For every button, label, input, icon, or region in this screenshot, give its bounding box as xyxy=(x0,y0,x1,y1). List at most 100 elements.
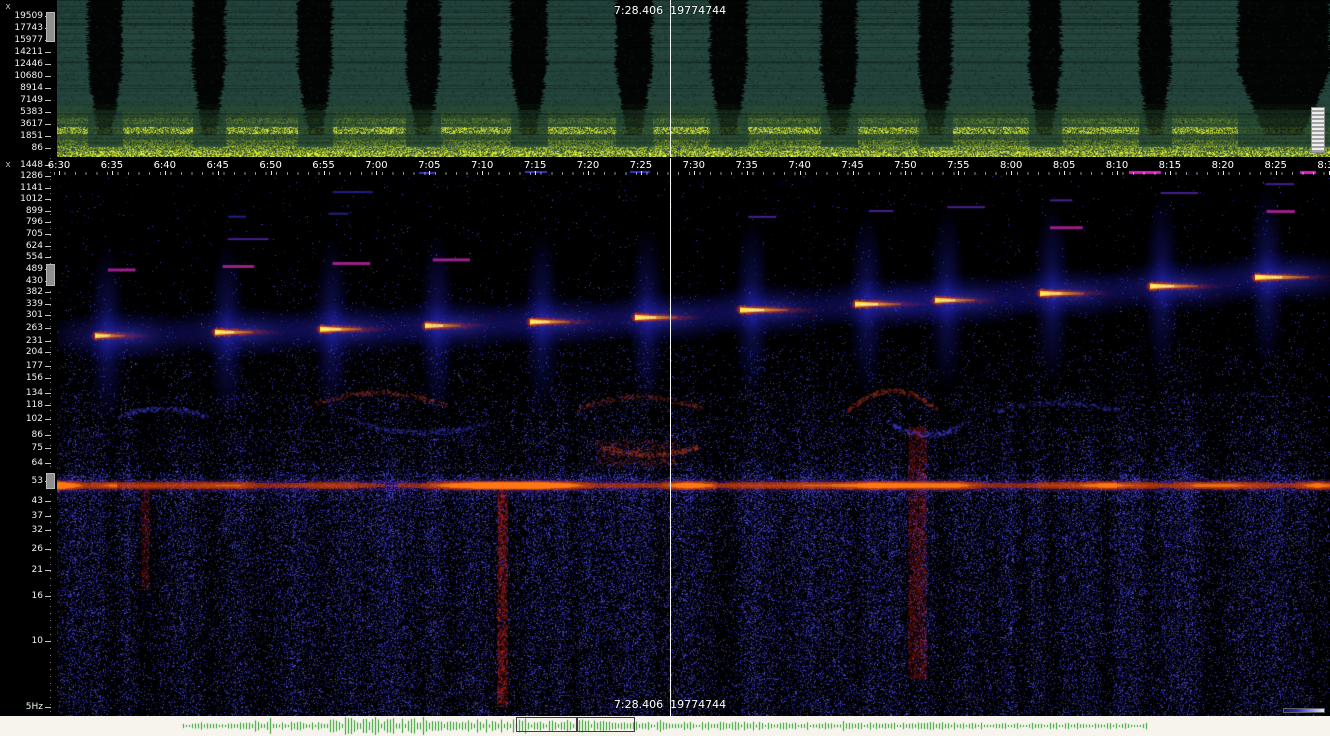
time-tick xyxy=(1064,171,1065,175)
freq-tick xyxy=(45,188,51,189)
time-tick xyxy=(800,171,801,175)
time-tick xyxy=(905,171,906,175)
time-label: 8:10 xyxy=(1106,160,1128,171)
zoom-thumbwheel[interactable] xyxy=(1311,107,1325,153)
freq-label: 204 xyxy=(26,347,43,357)
time-label: 7:00 xyxy=(365,160,387,171)
freq-label: 231 xyxy=(26,336,43,346)
visible-extent-box-left[interactable] xyxy=(516,717,577,732)
freq-tick xyxy=(45,124,51,125)
freq-tick xyxy=(45,222,51,223)
time-tick xyxy=(376,171,377,175)
cursor-time: 7:28.406 xyxy=(614,4,663,17)
close-icon[interactable]: x xyxy=(2,1,14,13)
freq-label: 75 xyxy=(32,443,43,453)
time-tick xyxy=(1011,171,1012,175)
time-tick xyxy=(747,171,748,175)
time-label: 7:30 xyxy=(683,160,705,171)
time-label: 8:05 xyxy=(1053,160,1075,171)
freq-tick xyxy=(45,315,51,316)
freq-tick xyxy=(45,501,51,502)
freq-tick xyxy=(45,100,51,101)
freq-label: 3617 xyxy=(20,119,43,129)
waveform-overview-canvas[interactable] xyxy=(0,716,1330,736)
time-tick xyxy=(59,171,60,175)
time-label: 6:30 xyxy=(48,160,70,171)
time-label: 7:05 xyxy=(418,160,440,171)
time-label: 7:55 xyxy=(947,160,969,171)
time-label: 7:45 xyxy=(841,160,863,171)
freq-label: 796 xyxy=(26,217,43,227)
freq-tick xyxy=(45,596,51,597)
freq-label: 382 xyxy=(26,287,43,297)
time-label: 6:45 xyxy=(206,160,228,171)
time-tick xyxy=(112,171,113,175)
freq-tick xyxy=(45,530,51,531)
close-icon[interactable]: x xyxy=(2,159,14,171)
freq-tick xyxy=(45,405,51,406)
freq-tick xyxy=(45,199,51,200)
spectrogram-canvas-main[interactable] xyxy=(57,158,1330,716)
time-ruler[interactable]: 6:306:356:406:456:506:557:007:057:107:15… xyxy=(0,158,1330,175)
time-label: 7:25 xyxy=(630,160,652,171)
freq-label: 1012 xyxy=(20,194,43,204)
playback-cursor-line xyxy=(670,0,671,157)
pane-top-spectrogram: 1950917743159771421112446106808914714953… xyxy=(0,0,1330,158)
freq-tick xyxy=(45,64,51,65)
freq-tick xyxy=(45,378,51,379)
freq-tick xyxy=(45,448,51,449)
time-label: 8:25 xyxy=(1264,160,1286,171)
spectrogram-canvas-top[interactable] xyxy=(57,0,1330,157)
time-tick xyxy=(958,171,959,175)
time-label: 7:50 xyxy=(894,160,916,171)
time-tick xyxy=(271,171,272,175)
time-tick xyxy=(1170,171,1171,175)
freq-label: 53 xyxy=(32,476,43,486)
freq-tick xyxy=(45,707,51,708)
colormap-scale xyxy=(1283,708,1325,713)
freq-tick xyxy=(45,176,51,177)
freq-tick xyxy=(45,641,51,642)
freq-label: 17743 xyxy=(14,23,43,33)
freq-tick xyxy=(45,366,51,367)
time-label: 8:30 xyxy=(1317,160,1330,171)
freq-label: 16 xyxy=(32,591,43,601)
cursor-sample: 19774744 xyxy=(670,4,726,17)
cursor-sample: 19774744 xyxy=(670,698,726,711)
freq-label: 64 xyxy=(32,458,43,468)
time-label: 7:40 xyxy=(788,160,810,171)
freq-label: 8914 xyxy=(20,83,43,93)
freq-label: 489 xyxy=(26,264,43,274)
visible-extent-box-right[interactable] xyxy=(577,717,635,732)
freq-scale-marker[interactable] xyxy=(46,264,55,286)
time-label: 6:35 xyxy=(101,160,123,171)
freq-label: 37 xyxy=(32,511,43,521)
time-tick xyxy=(694,171,695,175)
freq-label: 43 xyxy=(32,496,43,506)
freq-label: 339 xyxy=(26,299,43,309)
freq-scale-marker[interactable] xyxy=(46,473,55,489)
freq-label: 430 xyxy=(26,276,43,286)
freq-tick xyxy=(45,419,51,420)
freq-label: 14211 xyxy=(14,47,43,57)
freq-tick xyxy=(45,570,51,571)
time-tick xyxy=(165,171,166,175)
freq-tick xyxy=(45,76,51,77)
freq-tick xyxy=(45,435,51,436)
freq-label: 5Hz xyxy=(26,702,43,712)
freq-label: 118 xyxy=(26,400,43,410)
freq-tick xyxy=(45,463,51,464)
time-tick xyxy=(641,171,642,175)
freq-label: 7149 xyxy=(20,95,43,105)
freq-scale-marker[interactable] xyxy=(46,12,55,42)
frequency-scale-top[interactable]: 1950917743159771421112446106808914714953… xyxy=(0,0,57,158)
freq-label: 10680 xyxy=(14,71,43,81)
freq-label: 26 xyxy=(32,544,43,554)
time-label: 7:15 xyxy=(524,160,546,171)
freq-tick xyxy=(45,393,51,394)
frequency-scale-main[interactable]: 1448128611411012899796705624554489430382… xyxy=(0,158,57,716)
app-window: 1950917743159771421112446106808914714953… xyxy=(0,0,1330,736)
time-label: 6:55 xyxy=(312,160,334,171)
freq-label: 899 xyxy=(26,206,43,216)
time-tick xyxy=(1117,171,1118,175)
